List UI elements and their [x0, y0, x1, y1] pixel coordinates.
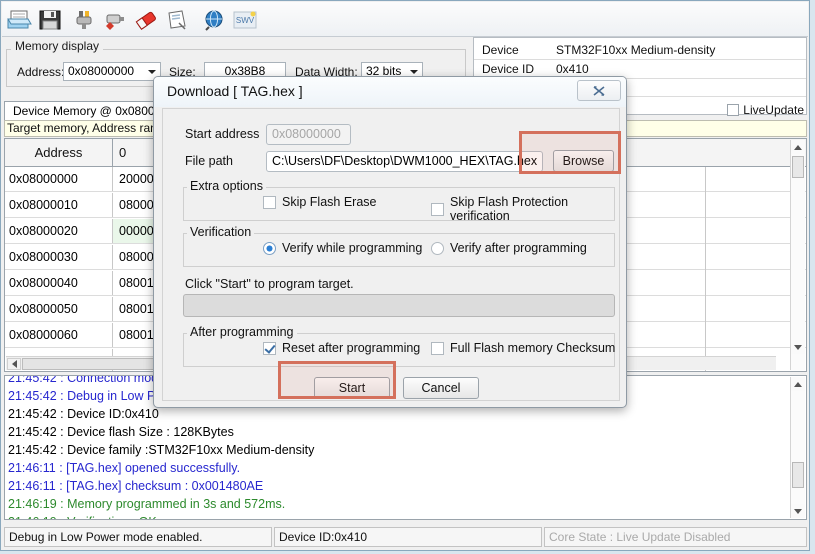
full-checksum-label: Full Flash memory Checksum: [450, 341, 616, 355]
log-line: 21:46:11 : [TAG.hex] checksum : 0x001480…: [8, 479, 264, 493]
device-id-value: 0x410: [556, 62, 589, 76]
start-address-input[interactable]: 0x08000000: [266, 124, 351, 145]
cell-address: 0x08000060: [5, 323, 113, 347]
dialog-body: Start address 0x08000000 File path C:\Us…: [162, 108, 620, 401]
live-update-checkbox[interactable]: LiveUpdate: [727, 103, 804, 117]
download-dialog: Download [ TAG.hex ] Start address 0x080…: [153, 76, 627, 408]
verify-while-label: Verify while programming: [282, 241, 423, 255]
status-right: Core State : Live Update Disabled: [544, 527, 807, 547]
verify-after-label: Verify after programming: [450, 241, 587, 255]
verify-after-dot: [431, 241, 444, 255]
log-vscroll-thumb[interactable]: [792, 462, 804, 488]
memory-display-group-title: Memory display: [11, 39, 104, 53]
log-line: 21:46:11 : [TAG.hex] opened successfully…: [8, 461, 241, 475]
progress-bar: [183, 294, 615, 317]
blank-check-icon[interactable]: [163, 6, 191, 34]
file-path-input[interactable]: C:\Users\DF\Desktop\DWM1000_HEX\TAG.hex: [266, 151, 543, 172]
full-checksum-checkbox[interactable]: Full Flash memory Checksum: [431, 341, 615, 355]
status-bar: Debug in Low Power mode enabled. Device …: [4, 527, 807, 547]
log-vscroll-up-button[interactable]: [791, 377, 805, 391]
save-file-icon[interactable]: [36, 6, 64, 34]
verification-title: Verification: [187, 225, 255, 239]
verify-after-programming-radio[interactable]: Verify after programming: [431, 241, 587, 255]
column-header-address[interactable]: Address: [5, 139, 113, 166]
cell-address: 0x08000020: [5, 219, 113, 243]
device-id-label: Device ID: [482, 62, 535, 76]
cancel-button[interactable]: Cancel: [403, 377, 479, 399]
reset-after-box: [263, 341, 276, 355]
open-file-icon[interactable]: [6, 6, 34, 34]
log-vscroll-down-button[interactable]: [791, 504, 805, 518]
device-value: STM32F10xx Medium-density: [556, 43, 716, 57]
stm32-st-link-utility-window: SWV Memory display Address: 0x08000000 S…: [0, 0, 810, 551]
verify-while-programming-radio[interactable]: Verify while programming: [263, 241, 422, 255]
log-line: 21:45:42 : Device family :STM32F10xx Med…: [8, 443, 315, 457]
vscroll-down-button[interactable]: [791, 340, 805, 354]
live-update-label: LiveUpdate: [743, 103, 804, 117]
vscroll-up-button[interactable]: [791, 140, 805, 154]
skip-flash-protection-box: [431, 202, 444, 216]
address-value: 0x08000000: [68, 64, 135, 78]
skip-flash-erase-checkbox[interactable]: Skip Flash Erase: [263, 195, 376, 209]
reset-after-programming-checkbox[interactable]: Reset after programming: [263, 341, 420, 355]
status-left: Debug in Low Power mode enabled.: [4, 527, 272, 547]
cell-address: 0x08000000: [5, 167, 113, 191]
address-label: Address:: [17, 65, 65, 79]
cell-address: 0x08000040: [5, 271, 113, 295]
chevron-down-icon: [148, 70, 156, 74]
start-button[interactable]: Start: [314, 377, 390, 399]
erase-chip-icon[interactable]: [132, 6, 160, 34]
svg-text:SWV: SWV: [236, 16, 255, 25]
cell-address: 0x08000030: [5, 245, 113, 269]
extra-options-title: Extra options: [187, 179, 266, 193]
dialog-title: Download [ TAG.hex ]: [167, 83, 303, 99]
after-programming-title: After programming: [187, 325, 297, 339]
log-line: 21:45:42 : Device flash Size : 128KBytes: [8, 425, 234, 439]
vscroll-thumb[interactable]: [792, 156, 804, 178]
start-address-label: Start address: [185, 127, 260, 141]
memory-grid-vscrollbar[interactable]: [790, 140, 805, 370]
browse-button[interactable]: Browse: [553, 150, 614, 172]
chevron-down-icon: [410, 70, 418, 74]
cell-address: 0x08000050: [5, 297, 113, 321]
swv-icon[interactable]: SWV: [231, 6, 259, 34]
cell-address: 0x08000010: [5, 193, 113, 217]
hscroll-left-button[interactable]: [7, 358, 21, 370]
skip-flash-protection-checkbox[interactable]: Skip Flash Protection verification: [431, 195, 619, 223]
status-middle: Device ID:0x410: [274, 527, 542, 547]
device-label: Device: [482, 43, 519, 57]
full-checksum-box: [431, 341, 444, 355]
log-line: 21:46:19 : Verification...OK: [8, 513, 788, 519]
log-vscrollbar[interactable]: [790, 377, 805, 518]
dialog-title-bar: Download [ TAG.hex ]: [154, 77, 626, 107]
close-glyph: [593, 85, 605, 96]
verify-while-dot: [263, 241, 276, 255]
live-update-box: [727, 104, 740, 116]
main-toolbar: SWV: [2, 2, 808, 37]
reset-after-label: Reset after programming: [282, 341, 421, 355]
address-combo[interactable]: 0x08000000: [63, 62, 161, 81]
skip-flash-protection-label: Skip Flash Protection verification: [450, 195, 569, 223]
file-path-label: File path: [185, 154, 233, 168]
log-line: 21:46:19 : Memory programmed in 3s and 5…: [8, 497, 286, 511]
connect-plug-icon[interactable]: [70, 6, 98, 34]
progress-hint: Click "Start" to program target.: [185, 277, 354, 291]
close-icon[interactable]: [577, 80, 621, 101]
skip-flash-erase-label: Skip Flash Erase: [282, 195, 377, 209]
skip-flash-erase-box: [263, 195, 276, 209]
disconnect-plug-icon[interactable]: [101, 6, 129, 34]
globe-internet-icon[interactable]: [200, 6, 228, 34]
